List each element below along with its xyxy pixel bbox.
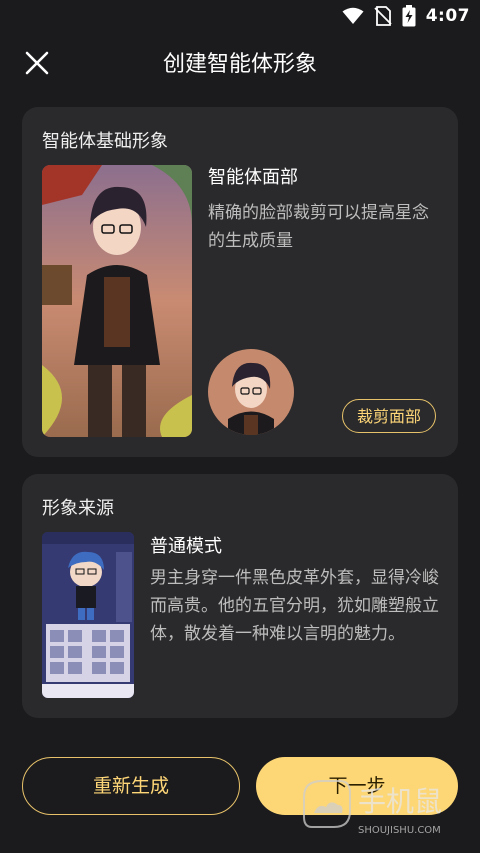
face-section-title: 智能体面部: [208, 167, 298, 188]
no-sim-icon: [374, 6, 392, 26]
status-time: 4:07: [425, 6, 470, 26]
image-source-card: 形象来源 普通模式 男主身穿一件黑色皮革外套，显得冷峻而高贵。他的五官分明，犹如…: [22, 474, 458, 718]
status-icons: 4:07: [342, 5, 470, 27]
status-bar: 4:07: [0, 0, 480, 34]
mode-title: 普通模式: [150, 536, 222, 557]
wifi-icon: [342, 7, 364, 24]
basic-image-card: 智能体基础形象 智能体面部 精确的脸部裁剪可以提高星念的生成质量 裁剪面部: [22, 107, 458, 457]
basic-image-section-title: 智能体基础形象: [42, 131, 168, 152]
mode-description: 男主身穿一件黑色皮革外套，显得冷峻而高贵。他的五官分明，犹如雕塑般立体，散发着一…: [150, 568, 439, 644]
source-screenshot-thumbnail[interactable]: [42, 532, 134, 698]
face-description: 精确的脸部裁剪可以提高星念的生成质量: [208, 203, 429, 251]
image-source-section-title: 形象来源: [42, 498, 114, 519]
watermark-logo: 手机鼠 SHOUJISHU.COM: [296, 775, 476, 841]
character-portrait-image[interactable]: [42, 165, 192, 437]
face-avatar: [208, 349, 294, 435]
watermark-url: SHOUJISHU.COM: [358, 825, 441, 836]
crop-face-button[interactable]: 裁剪面部: [342, 399, 436, 433]
header: 创建智能体形象: [0, 36, 480, 86]
watermark-brand: 手机鼠: [358, 785, 442, 818]
regenerate-button[interactable]: 重新生成: [22, 757, 240, 815]
page-title: 创建智能体形象: [162, 52, 317, 77]
battery-charging-icon: [402, 5, 416, 27]
